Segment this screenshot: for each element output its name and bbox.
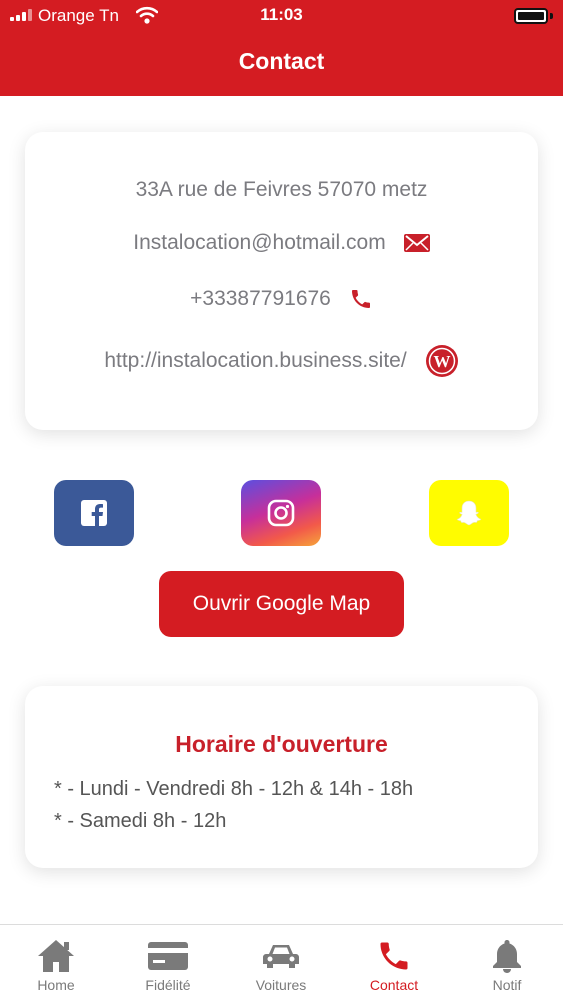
status-bar: Orange Tn 11:03 [0, 0, 563, 32]
tab-fidelite[interactable]: Fidélité [112, 925, 224, 1000]
website-row[interactable]: http://instalocation.business.site/ W [25, 344, 538, 378]
battery-tip [550, 13, 553, 19]
card-icon [148, 942, 188, 970]
home-icon [38, 940, 74, 972]
car-icon [263, 945, 299, 968]
svg-text:W: W [433, 352, 450, 371]
tab-fidelite-label: Fidélité [145, 977, 191, 993]
phone-row[interactable]: +33387791676 [25, 287, 538, 311]
tab-contact[interactable]: Contact [338, 925, 450, 1000]
tab-home[interactable]: Home [0, 925, 112, 1000]
website-text[interactable]: http://instalocation.business.site/ [104, 349, 406, 373]
hours-line-weekdays: * - Lundi - Vendredi 8h - 12h & 14h - 18… [54, 778, 414, 800]
tab-voitures[interactable]: Voitures [225, 925, 337, 1000]
tab-notif-label: Notif [492, 977, 522, 993]
facebook-icon [81, 500, 107, 527]
page-title: Contact [238, 48, 325, 74]
address-text[interactable]: 33A rue de Feivres 57070 metz [136, 178, 428, 202]
phone-icon[interactable] [349, 287, 373, 311]
snapchat-icon [456, 500, 482, 526]
open-google-map-button[interactable]: Ouvrir Google Map [159, 571, 404, 637]
bottom-tab-bar: Home Fidélité Voitures Contact Notif [0, 924, 563, 1000]
instagram-button[interactable] [241, 480, 321, 546]
phone-icon [380, 942, 408, 970]
facebook-button[interactable] [54, 480, 134, 546]
wordpress-icon[interactable]: W [425, 344, 459, 378]
contact-info-card: 33A rue de Feivres 57070 metz Instalocat… [25, 132, 538, 430]
tab-voitures-label: Voitures [255, 977, 307, 993]
address-row: 33A rue de Feivres 57070 metz [25, 178, 538, 202]
battery-icon [514, 8, 548, 24]
instagram-icon [267, 499, 295, 527]
snapchat-button[interactable] [429, 480, 509, 546]
tab-home-label: Home [37, 977, 75, 993]
opening-hours-card: Horaire d'ouverture * - Lundi - Vendredi… [25, 686, 538, 868]
email-text[interactable]: Instalocation@hotmail.com [133, 231, 385, 255]
hours-line-saturday: * - Samedi 8h - 12h [54, 810, 227, 832]
status-time: 11:03 [260, 5, 303, 24]
email-row[interactable]: Instalocation@hotmail.com [25, 231, 538, 255]
tab-notif[interactable]: Notif [451, 925, 563, 1000]
tab-contact-label: Contact [369, 977, 419, 993]
app-header: Orange Tn 11:03 Contact [0, 0, 563, 96]
mail-icon[interactable] [403, 234, 430, 252]
hours-title: Horaire d'ouverture [175, 731, 388, 757]
bell-icon [493, 940, 521, 973]
phone-text[interactable]: +33387791676 [190, 287, 331, 311]
